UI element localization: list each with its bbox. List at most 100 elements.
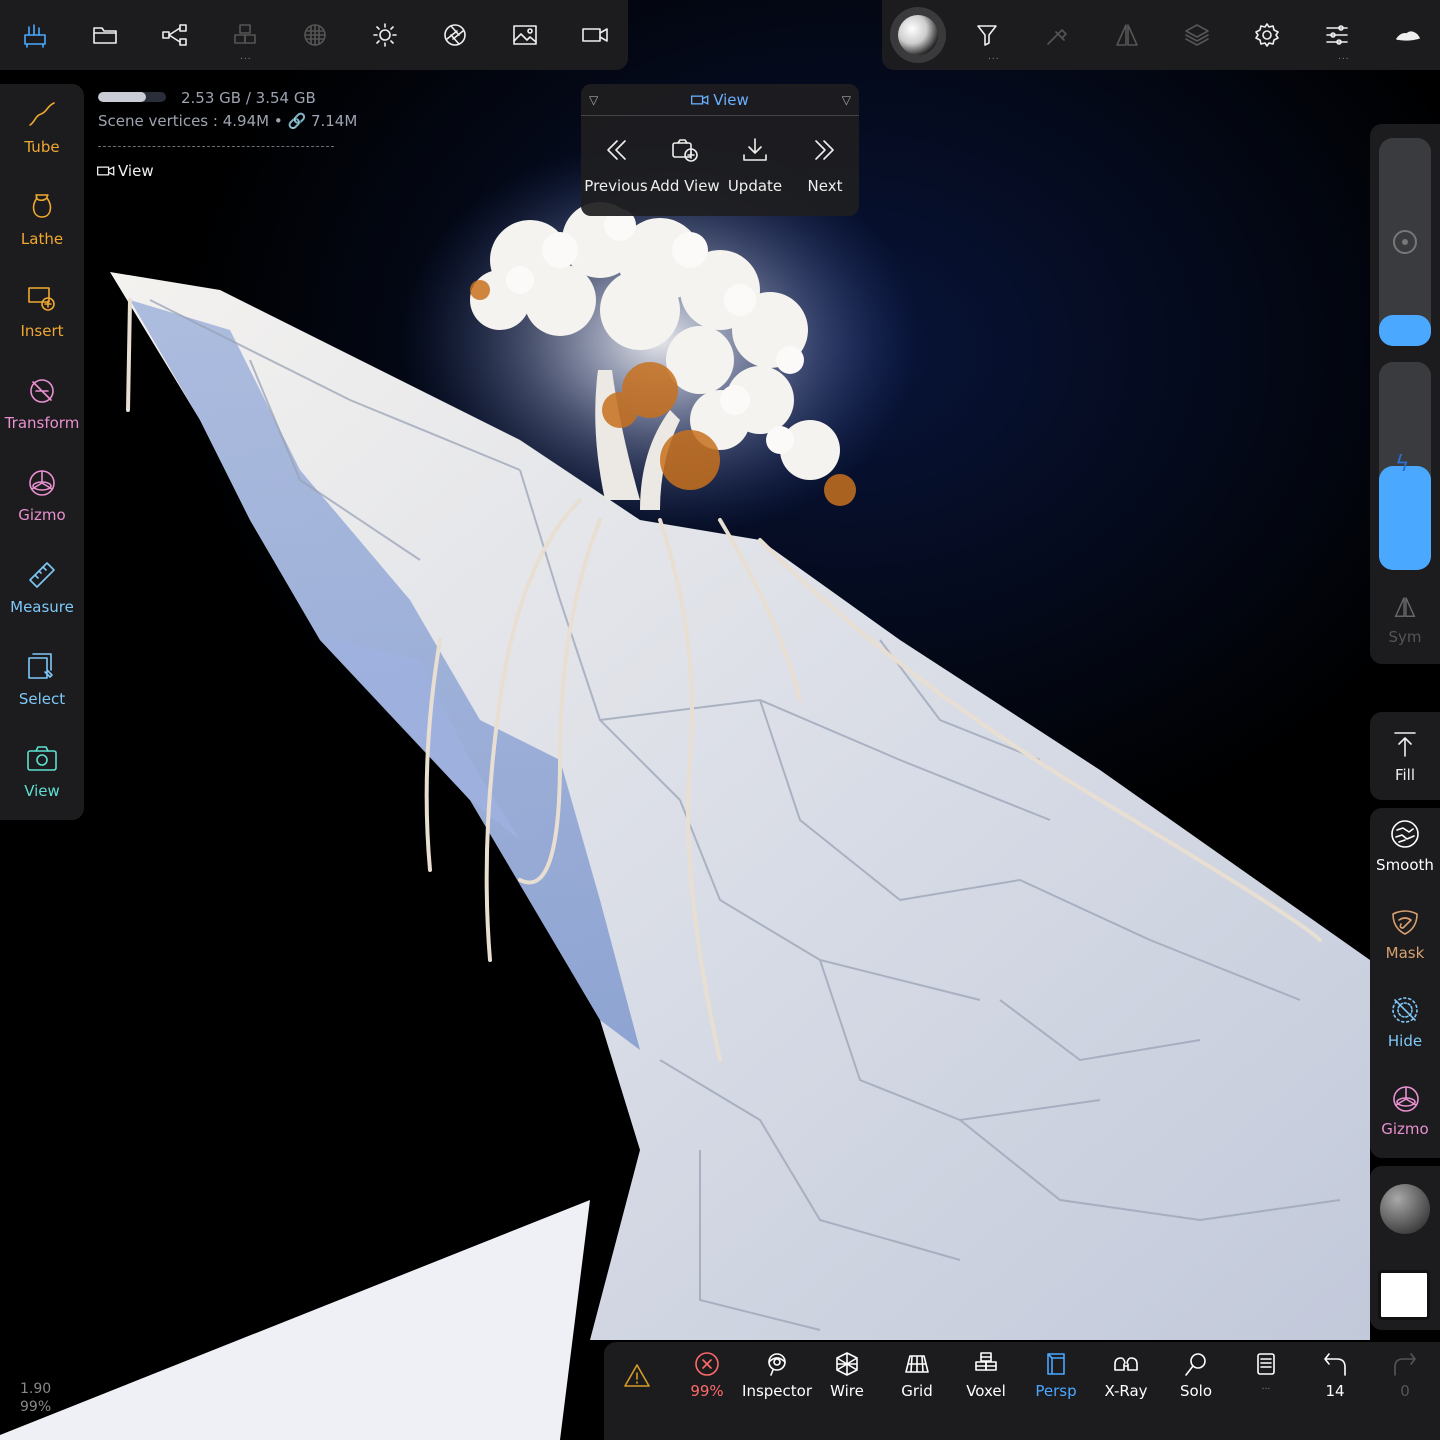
filter-icon[interactable] bbox=[966, 14, 1008, 56]
eyedropper-icon[interactable] bbox=[1036, 14, 1078, 56]
view-button-label: Next bbox=[807, 177, 843, 195]
warning-icon bbox=[624, 1364, 650, 1387]
scene-tree-icon[interactable] bbox=[154, 14, 196, 56]
voxel-cubes-icon[interactable] bbox=[224, 14, 266, 56]
view-popup-header: ▽ View ▽ bbox=[581, 84, 859, 116]
undo-icon bbox=[1324, 1353, 1346, 1376]
right-tool-label: Mask bbox=[1385, 944, 1425, 962]
right-tool-smooth[interactable]: Smooth bbox=[1372, 818, 1438, 874]
matcap-icon[interactable] bbox=[890, 7, 946, 63]
left-tool-insert[interactable]: Insert bbox=[0, 282, 84, 340]
inspector-icon bbox=[768, 1353, 786, 1376]
bottom-percent-label: 99% bbox=[20, 1399, 52, 1415]
collapse-icon[interactable]: ▽ bbox=[589, 93, 598, 107]
bottom-tool-x-ray[interactable]: X-Ray bbox=[1091, 1350, 1161, 1400]
memory-bar-fill bbox=[98, 92, 147, 102]
bottom-tool-wire[interactable]: Wire bbox=[812, 1350, 882, 1400]
toolbox-icon[interactable] bbox=[14, 14, 56, 56]
right-tool-mask[interactable]: Mask bbox=[1372, 906, 1438, 962]
bottom-tool-14[interactable]: 14 bbox=[1300, 1350, 1370, 1400]
symmetry-icon bbox=[1394, 597, 1416, 618]
view-next-button[interactable]: Next bbox=[789, 135, 861, 195]
gizmo-icon bbox=[29, 470, 55, 496]
bottom-tool-persp[interactable]: Persp bbox=[1021, 1350, 1091, 1400]
vertices-value: 4.94M bbox=[222, 112, 270, 130]
radius-slider[interactable] bbox=[1379, 138, 1431, 346]
link-icon: 🔗 bbox=[287, 112, 307, 130]
bottom-tool-label: Voxel bbox=[966, 1382, 1006, 1400]
right-slider-panel: ϟ Sym bbox=[1370, 124, 1440, 664]
perspective-icon bbox=[1047, 1353, 1065, 1375]
left-tool-tube[interactable]: Tube bbox=[0, 98, 84, 156]
3d-viewport[interactable] bbox=[0, 0, 1440, 1440]
bottom-tool-grid[interactable]: Grid bbox=[882, 1350, 952, 1400]
view-popup-title: View bbox=[691, 91, 749, 109]
bottom-tool-inspector[interactable]: Inspector bbox=[742, 1350, 812, 1400]
transform-icon bbox=[30, 379, 54, 403]
fill-button[interactable]: Fill bbox=[1372, 728, 1438, 784]
left-tool-select[interactable]: Select bbox=[0, 650, 84, 708]
bottom-tool-status[interactable]: 99% bbox=[672, 1350, 742, 1400]
cloud-icon[interactable] bbox=[1386, 14, 1428, 56]
bottom-tool-label: Inspector bbox=[742, 1382, 812, 1400]
left-tool-lathe[interactable]: Lathe bbox=[0, 190, 84, 248]
texture-sphere-icon[interactable] bbox=[294, 14, 336, 56]
left-tool-measure[interactable]: Measure bbox=[0, 558, 84, 616]
camera-aperture-icon[interactable] bbox=[434, 14, 476, 56]
next-icon bbox=[815, 140, 834, 160]
warning-button[interactable] bbox=[602, 1362, 672, 1390]
memory-text: 2.53 GB / 3.54 GB bbox=[181, 89, 316, 107]
left-tool-view[interactable]: View bbox=[0, 742, 84, 800]
right-tool-hide[interactable]: Hide bbox=[1372, 994, 1438, 1050]
bottom-tool-label: Grid bbox=[901, 1382, 933, 1400]
view-add-view-button[interactable]: Add View bbox=[649, 135, 721, 195]
left-tool-label: Transform bbox=[4, 414, 80, 432]
solo-icon bbox=[1185, 1353, 1206, 1376]
view-update-button[interactable]: Update bbox=[719, 135, 791, 195]
sliders-icon[interactable] bbox=[1316, 14, 1358, 56]
intensity-slider[interactable]: ϟ bbox=[1379, 362, 1431, 570]
bottom-tool-history[interactable]: ... bbox=[1231, 1350, 1301, 1392]
top-left-toolbar: ... bbox=[0, 0, 628, 70]
gizmo-icon bbox=[1393, 1086, 1419, 1112]
left-tool-gizmo[interactable]: Gizmo bbox=[0, 466, 84, 524]
light-icon[interactable] bbox=[364, 14, 406, 56]
right-tool-gizmo[interactable]: Gizmo bbox=[1372, 1082, 1438, 1138]
sym-toggle[interactable]: Sym bbox=[1370, 594, 1440, 646]
video-camera-icon[interactable] bbox=[574, 14, 616, 56]
settings-gear-icon[interactable] bbox=[1246, 14, 1288, 56]
bottom-tool-0[interactable]: 0 bbox=[1370, 1350, 1440, 1400]
bottom-tool-voxel[interactable]: Voxel bbox=[951, 1350, 1021, 1400]
dropdown-icon[interactable]: ▽ bbox=[842, 93, 851, 107]
memory-bar bbox=[98, 92, 166, 102]
color-swatch[interactable] bbox=[1378, 1270, 1430, 1320]
bottom-tool-solo[interactable]: Solo bbox=[1161, 1350, 1231, 1400]
camera-icon bbox=[27, 746, 57, 771]
lightning-icon: ϟ bbox=[1395, 452, 1410, 477]
bottom-tool-label: Persp bbox=[1035, 1382, 1077, 1400]
fill-icon bbox=[1394, 732, 1416, 757]
bottom-tool-label: Solo bbox=[1179, 1382, 1213, 1400]
left-tool-label: View bbox=[24, 782, 60, 800]
symmetry-icon[interactable] bbox=[1106, 14, 1148, 56]
bottom-tool-label: Wire bbox=[830, 1382, 864, 1400]
sym-label: Sym bbox=[1388, 628, 1422, 646]
current-view-indicator: View bbox=[97, 162, 154, 180]
view-previous-button[interactable]: Previous bbox=[580, 135, 652, 195]
more-dots: ... bbox=[1261, 1382, 1271, 1392]
left-tool-transform[interactable]: Transform bbox=[0, 374, 84, 432]
scene-vertices: Scene vertices : 4.94M • 🔗 7.14M bbox=[98, 112, 357, 130]
view-button-label: Previous bbox=[584, 177, 648, 195]
image-icon[interactable] bbox=[504, 14, 546, 56]
add-view-icon bbox=[672, 139, 698, 162]
right-tool-label: Smooth bbox=[1376, 856, 1434, 874]
left-tool-label: Insert bbox=[20, 322, 64, 340]
close-circle-icon bbox=[695, 1352, 719, 1376]
intensity-slider-fill bbox=[1379, 466, 1431, 570]
xray-icon bbox=[1114, 1357, 1138, 1371]
hide-icon bbox=[1392, 997, 1418, 1023]
layers-icon[interactable] bbox=[1176, 14, 1218, 56]
material-sphere[interactable] bbox=[1380, 1184, 1430, 1234]
right-tool-label: Hide bbox=[1387, 1032, 1423, 1050]
folder-icon[interactable] bbox=[84, 14, 126, 56]
